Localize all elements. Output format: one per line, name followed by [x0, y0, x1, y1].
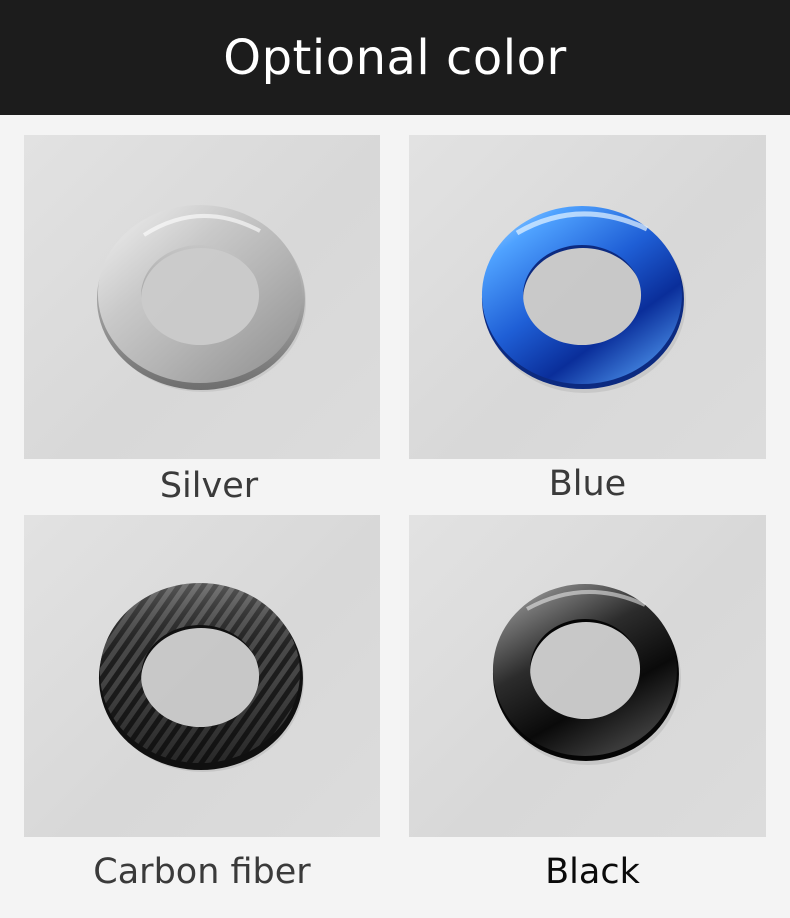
black-ring-icon: [492, 584, 681, 765]
page-title: Optional color: [223, 29, 567, 86]
carbon-fiber-option-image: [24, 515, 380, 837]
carbon-fiber-label: Carbon fiber: [93, 852, 311, 892]
black-label: Black: [545, 852, 640, 892]
title-banner: Optional color: [0, 0, 790, 115]
carbon-fiber-ring-icon: [98, 583, 304, 772]
silver-label: Silver: [159, 466, 259, 506]
blue-ring-icon: [481, 206, 686, 393]
silver-option-image: [24, 135, 380, 459]
black-option-image: [409, 515, 766, 837]
blue-option-image: [409, 135, 766, 459]
blue-label: Blue: [548, 464, 627, 504]
silver-ring-icon: [96, 205, 306, 392]
